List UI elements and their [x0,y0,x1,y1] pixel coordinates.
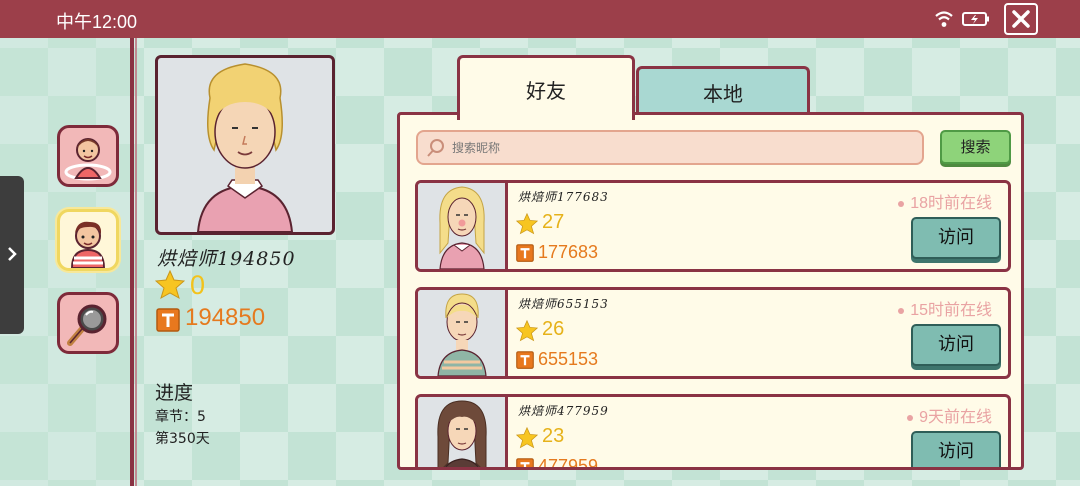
friend-avatar [418,290,508,376]
friend-name: 烘焙师655153 [518,297,609,311]
friend-portrait [437,400,487,467]
expand-drawer-tab[interactable] [0,176,24,334]
friend-coins: 477959 [538,456,599,470]
sidebar-item-search[interactable] [57,292,119,354]
friends-icon [70,221,106,268]
character-edit-icon [64,138,112,181]
clock: 中午12:00 [56,12,138,32]
search-icon [67,304,107,346]
sidebar-item-friends[interactable] [57,209,119,271]
close-icon [1012,10,1030,28]
star-icon [155,270,185,300]
coin-icon [516,351,534,369]
battery-icon [962,12,989,26]
friend-name: 烘焙师477959 [518,404,609,418]
rail-divider-inner [135,38,137,486]
star-icon [516,427,538,449]
friend-stars: 27 [542,211,565,233]
sidebar-item-character[interactable] [57,125,119,187]
friend-portrait [439,186,485,269]
close-button[interactable] [1004,3,1038,35]
coin-icon [516,458,534,467]
friend-avatar [418,183,508,269]
player-portrait [155,55,335,235]
player-name: 烘焙师194850 [157,248,296,270]
online-dot-icon [898,200,905,207]
visit-button[interactable]: 访问 [911,324,1001,366]
progress-title: 进度 [155,382,194,404]
friend-card: 烘焙师655153 26 655153 15时前在线 访问 [415,287,1011,379]
online-status-text: 18时前在线 [910,195,992,212]
progress-chapter: 章节：5 [155,409,206,425]
coin-icon [516,244,534,262]
star-icon [516,320,538,342]
friend-stars: 23 [542,425,565,447]
online-status-text: 9天前在线 [919,409,992,426]
tab-local[interactable]: 本地 [636,66,810,116]
search-icon [427,139,444,157]
star-icon [516,213,538,235]
online-dot-icon [898,307,905,314]
friend-coins: 177683 [538,242,599,262]
search-input[interactable] [452,136,912,160]
rail-divider [130,38,134,486]
visit-button[interactable]: 访问 [911,431,1001,467]
search-bar [416,130,924,165]
chevron-right-icon [8,247,17,261]
coin-icon [156,308,180,332]
friend-coins: 655153 [538,349,599,369]
friend-card: 烘焙师177683 27 177683 18时前在线 访问 [415,180,1011,272]
friends-panel: 搜索 烘焙师177683 27 177683 18时前在线 访问 [397,112,1024,470]
search-button[interactable]: 搜索 [940,130,1011,164]
online-dot-icon [907,414,914,421]
visit-button[interactable]: 访问 [911,217,1001,259]
friend-stars: 26 [542,318,565,340]
online-status: 18时前在线 [898,189,992,213]
player-coins: 194850 [185,304,266,331]
tab-friends[interactable]: 好友 [457,55,635,120]
friend-card: 烘焙师477959 23 477959 9天前在线 访问 [415,394,1011,470]
friend-avatar [418,397,508,467]
online-status: 9天前在线 [907,403,992,427]
online-status-text: 15时前在线 [910,302,992,319]
status-bar: 中午12:00 [0,0,1080,38]
friend-name: 烘焙师177683 [518,190,609,204]
progress-day: 第350天 [155,431,210,447]
wifi-icon [935,11,953,27]
player-stars: 0 [190,270,206,300]
online-status: 15时前在线 [898,296,992,320]
friend-portrait [437,293,487,376]
player-avatar [196,63,294,232]
